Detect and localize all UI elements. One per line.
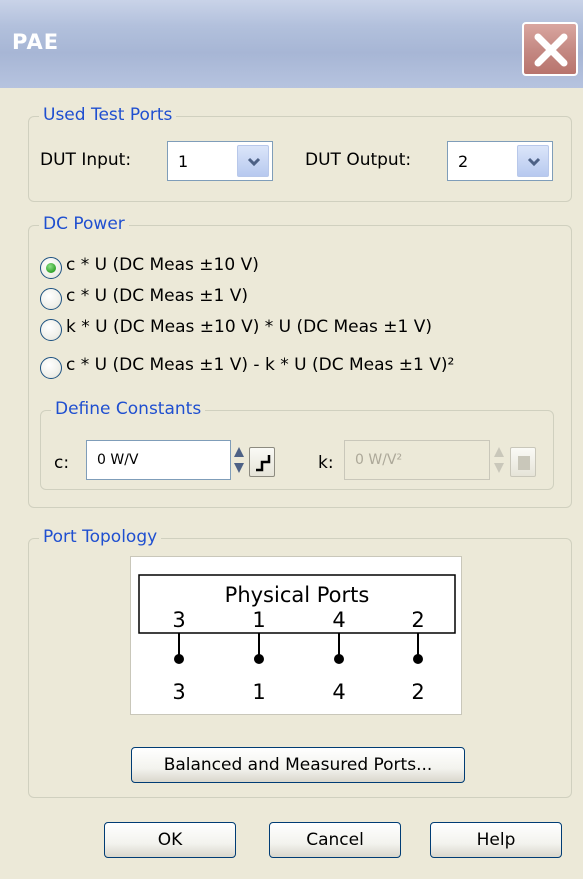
port-topology-label: Port Topology: [39, 527, 162, 547]
k-constant-value: 0 W/V²: [355, 452, 403, 468]
c-constant-input[interactable]: 0 W/V: [86, 440, 231, 480]
define-constants-label: Define Constants: [51, 399, 206, 419]
window-title: PAE: [12, 30, 60, 54]
dc-power-option-label: c * U (DC Meas ±10 V): [66, 255, 259, 275]
physical-port-label: 1: [252, 608, 265, 632]
spin-arrows-icon: [234, 447, 244, 473]
chevron-down-icon: [527, 157, 541, 167]
port-node: [334, 654, 344, 664]
pae-dialog: PAE Used Test Ports DUT Input: 1 DUT Out…: [0, 0, 583, 879]
spin-arrows-icon: [494, 447, 504, 473]
radio-selected-dot: [46, 263, 56, 273]
used-test-ports-label: Used Test Ports: [39, 105, 177, 125]
close-button[interactable]: [522, 22, 578, 76]
k-constant-step-button[interactable]: [510, 447, 536, 477]
radio-button[interactable]: [40, 357, 62, 379]
chevron-down-icon: [247, 157, 261, 167]
dc-power-label: DC Power: [39, 214, 129, 234]
c-constant-spinner[interactable]: [232, 440, 246, 480]
port-node: [254, 654, 264, 664]
physical-port-label: 3: [172, 608, 185, 632]
physical-port-label: 2: [411, 608, 424, 632]
balanced-measured-ports-button[interactable]: Balanced and Measured Ports...: [131, 747, 465, 783]
c-constant-value: 0 W/V: [97, 452, 139, 468]
cancel-button[interactable]: Cancel: [269, 822, 401, 858]
radio-button[interactable]: [40, 257, 62, 279]
port-node: [413, 654, 423, 664]
dut-output-dropdown-button[interactable]: [517, 145, 549, 177]
physical-port-label: 4: [332, 608, 345, 632]
help-button[interactable]: Help: [430, 822, 562, 858]
dc-power-option-label: c * U (DC Meas ±1 V): [66, 286, 249, 306]
close-icon: [534, 33, 568, 67]
k-constant-input[interactable]: 0 W/V²: [344, 440, 490, 480]
step-icon: [256, 455, 271, 472]
dc-power-option-label: k * U (DC Meas ±10 V) * U (DC Meas ±1 V): [66, 317, 433, 337]
logical-port-label: 1: [252, 680, 265, 704]
physical-ports-title: Physical Ports: [225, 583, 370, 607]
port-topology-diagram: Physical Ports 3 3 1 1 4 4 2 2: [130, 556, 462, 715]
port-node: [174, 654, 184, 664]
dut-input-dropdown-button[interactable]: [237, 145, 269, 177]
step-icon: [518, 456, 530, 470]
k-constant-spinner[interactable]: [492, 440, 506, 480]
logical-port-label: 3: [172, 680, 185, 704]
title-bar[interactable]: PAE: [0, 0, 583, 88]
dut-output-value: 2: [458, 152, 469, 171]
logical-port-label: 2: [411, 680, 424, 704]
dut-input-value: 1: [178, 152, 189, 171]
ok-button[interactable]: OK: [104, 822, 236, 858]
dc-power-option-label: c * U (DC Meas ±1 V) - k * U (DC Meas ±1…: [66, 355, 455, 375]
dut-input-select[interactable]: 1: [167, 141, 273, 181]
dut-input-label: DUT Input:: [40, 150, 132, 170]
dut-output-select[interactable]: 2: [447, 141, 553, 181]
c-constant-label: c:: [54, 453, 70, 473]
radio-button[interactable]: [40, 319, 62, 341]
c-constant-step-button[interactable]: [249, 447, 275, 477]
k-constant-label: k:: [318, 453, 334, 473]
radio-button[interactable]: [40, 288, 62, 310]
logical-port-label: 4: [332, 680, 345, 704]
dut-output-label: DUT Output:: [305, 150, 412, 170]
